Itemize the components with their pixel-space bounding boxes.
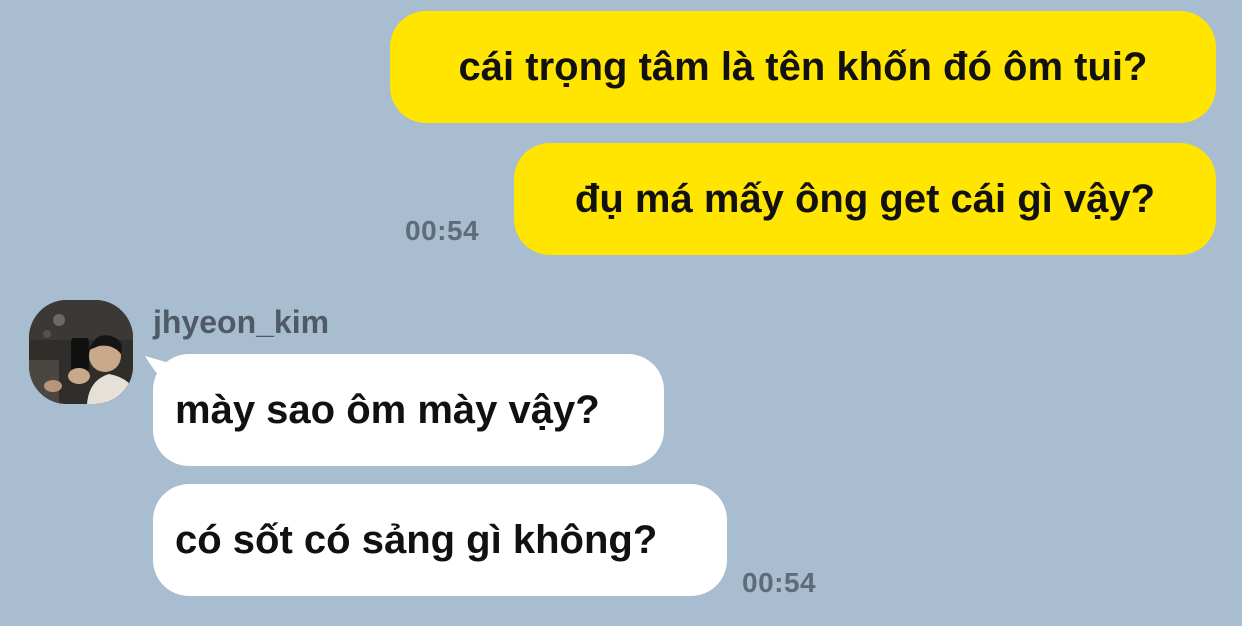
sender-name[interactable]: jhyeon_kim [153,304,329,341]
message-text: cái trọng tâm là tên khốn đó ôm tui? [458,44,1148,89]
message-text: đụ má mấy ông get cái gì vậy? [574,176,1156,221]
sender-avatar[interactable] [29,300,133,404]
chat-window: cái trọng tâm là tên khốn đó ôm tui? đụ … [0,0,1242,626]
incoming-message-bubble[interactable]: mày sao ôm mày vậy? [153,354,664,466]
profile-photo-icon [29,300,133,404]
incoming-message-bubble[interactable]: có sốt có sảng gì không? [153,484,727,596]
message-timestamp: 00:54 [405,215,480,246]
message-text: mày sao ôm mày vậy? [175,387,600,432]
message-timestamp: 00:54 [742,567,817,598]
message-text: có sốt có sảng gì không? [175,517,658,562]
outgoing-message-bubble[interactable]: đụ má mấy ông get cái gì vậy? [514,143,1216,255]
outgoing-message-bubble[interactable]: cái trọng tâm là tên khốn đó ôm tui? [390,11,1216,123]
